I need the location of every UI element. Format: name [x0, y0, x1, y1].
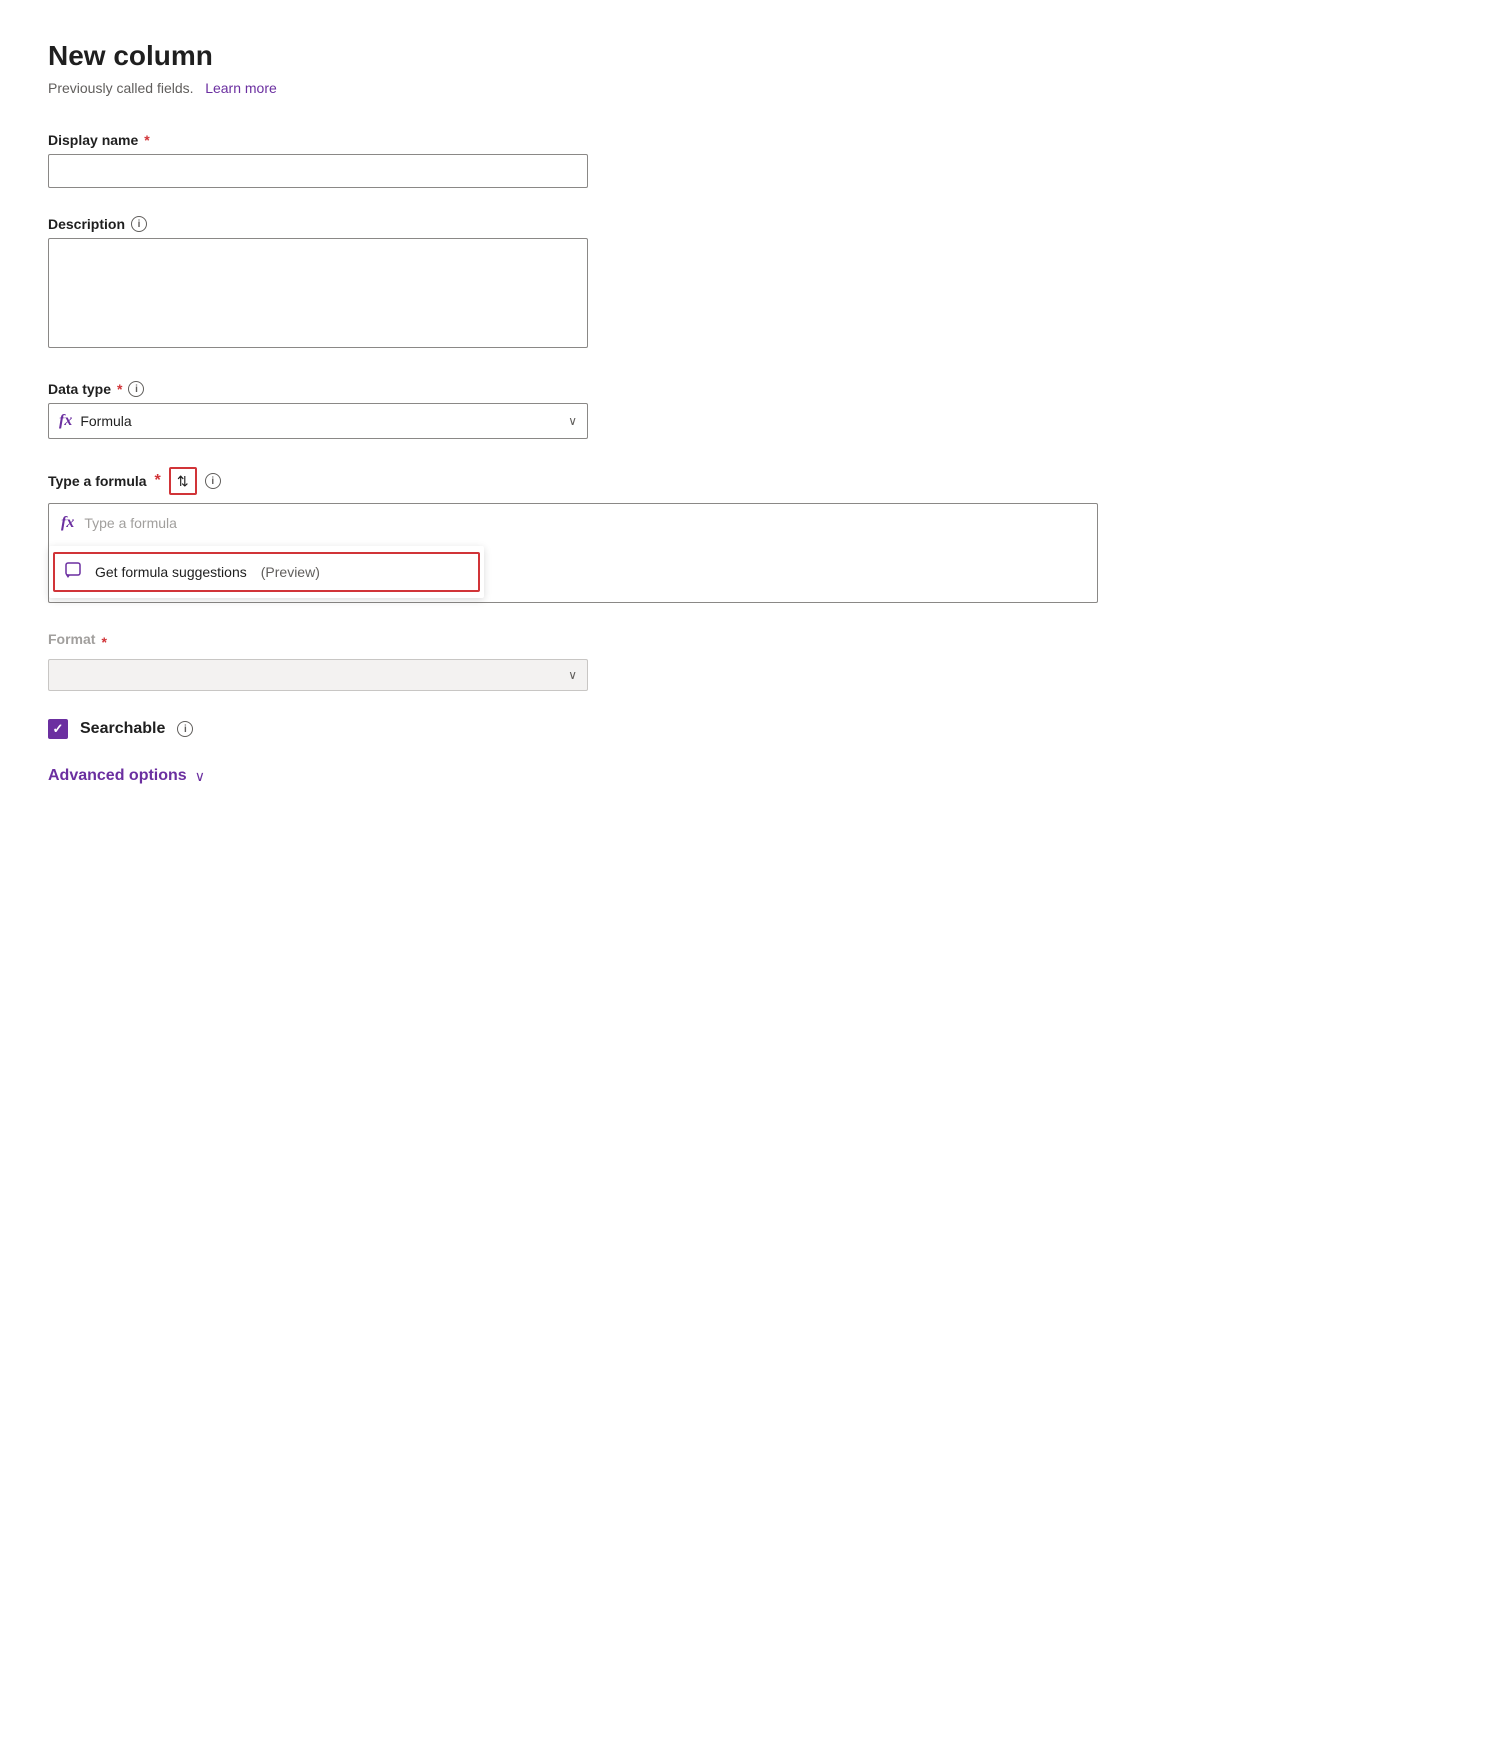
data-type-group: Data type * i fx Formula ∨ [48, 381, 1098, 439]
searchable-checkbox[interactable]: ✓ [48, 719, 68, 739]
new-column-form: New column Previously called fields. Lea… [48, 40, 1098, 785]
learn-more-link[interactable]: Learn more [205, 80, 277, 96]
description-label: Description [48, 216, 125, 232]
formula-stepper-button[interactable]: ⇅ [169, 467, 197, 495]
formula-required: * [155, 472, 161, 490]
data-type-dropdown[interactable]: fx Formula ∨ [48, 403, 588, 439]
chat-icon [65, 562, 85, 582]
description-label-row: Description i [48, 216, 1098, 232]
searchable-info-icon[interactable]: i [177, 721, 193, 737]
subtitle-static: Previously called fields. [48, 80, 194, 96]
searchable-row: ✓ Searchable i [48, 719, 1098, 739]
display-name-required: * [144, 132, 149, 148]
description-input[interactable] [48, 238, 588, 348]
description-group: Description i [48, 216, 1098, 353]
data-type-info-icon[interactable]: i [128, 381, 144, 397]
advanced-options-row[interactable]: Advanced options ∨ [48, 767, 1098, 785]
display-name-group: Display name * [48, 132, 1098, 188]
formula-group: Type a formula * ⇅ i fx Type a formula [48, 467, 1098, 603]
display-name-label-row: Display name * [48, 132, 1098, 148]
suggestion-preview: (Preview) [261, 564, 320, 580]
formula-placeholder: Type a formula [84, 515, 1085, 531]
subtitle: Previously called fields. Learn more [48, 80, 1098, 96]
format-label-row: Format * [48, 631, 1098, 653]
suggestion-label: Get formula suggestions [95, 564, 247, 580]
formula-label-row: Type a formula * ⇅ i [48, 467, 1098, 495]
advanced-options-label: Advanced options [48, 767, 187, 785]
format-dropdown[interactable]: ∨ [48, 659, 588, 691]
fx-icon: fx [59, 412, 72, 430]
stepper-icon: ⇅ [177, 473, 189, 490]
page-title: New column [48, 40, 1098, 72]
data-type-chevron: ∨ [568, 414, 577, 428]
data-type-required: * [117, 381, 122, 397]
formula-info-icon[interactable]: i [205, 473, 221, 489]
data-type-selected: Formula [80, 413, 131, 429]
format-label: Format [48, 631, 95, 647]
display-name-input[interactable] [48, 154, 588, 188]
description-info-icon[interactable]: i [131, 216, 147, 232]
formula-top-row: fx Type a formula Get formula suggestion… [49, 504, 1097, 542]
format-required: * [101, 634, 106, 650]
formula-fx-icon: fx [61, 514, 74, 532]
check-icon: ✓ [53, 721, 64, 737]
searchable-label: Searchable [80, 720, 165, 738]
get-formula-suggestions-item[interactable]: Get formula suggestions (Preview) [53, 552, 480, 592]
advanced-options-chevron: ∨ [195, 768, 205, 785]
data-type-label-row: Data type * i [48, 381, 1098, 397]
format-chevron: ∨ [568, 668, 577, 682]
format-group: Format * ∨ [48, 631, 1098, 691]
formula-suggestion-dropdown: Get formula suggestions (Preview) [49, 546, 484, 598]
formula-input-container: fx Type a formula Get formula suggestion… [48, 503, 1098, 603]
display-name-label: Display name [48, 132, 138, 148]
data-type-label: Data type [48, 381, 111, 397]
formula-label: Type a formula [48, 473, 147, 489]
